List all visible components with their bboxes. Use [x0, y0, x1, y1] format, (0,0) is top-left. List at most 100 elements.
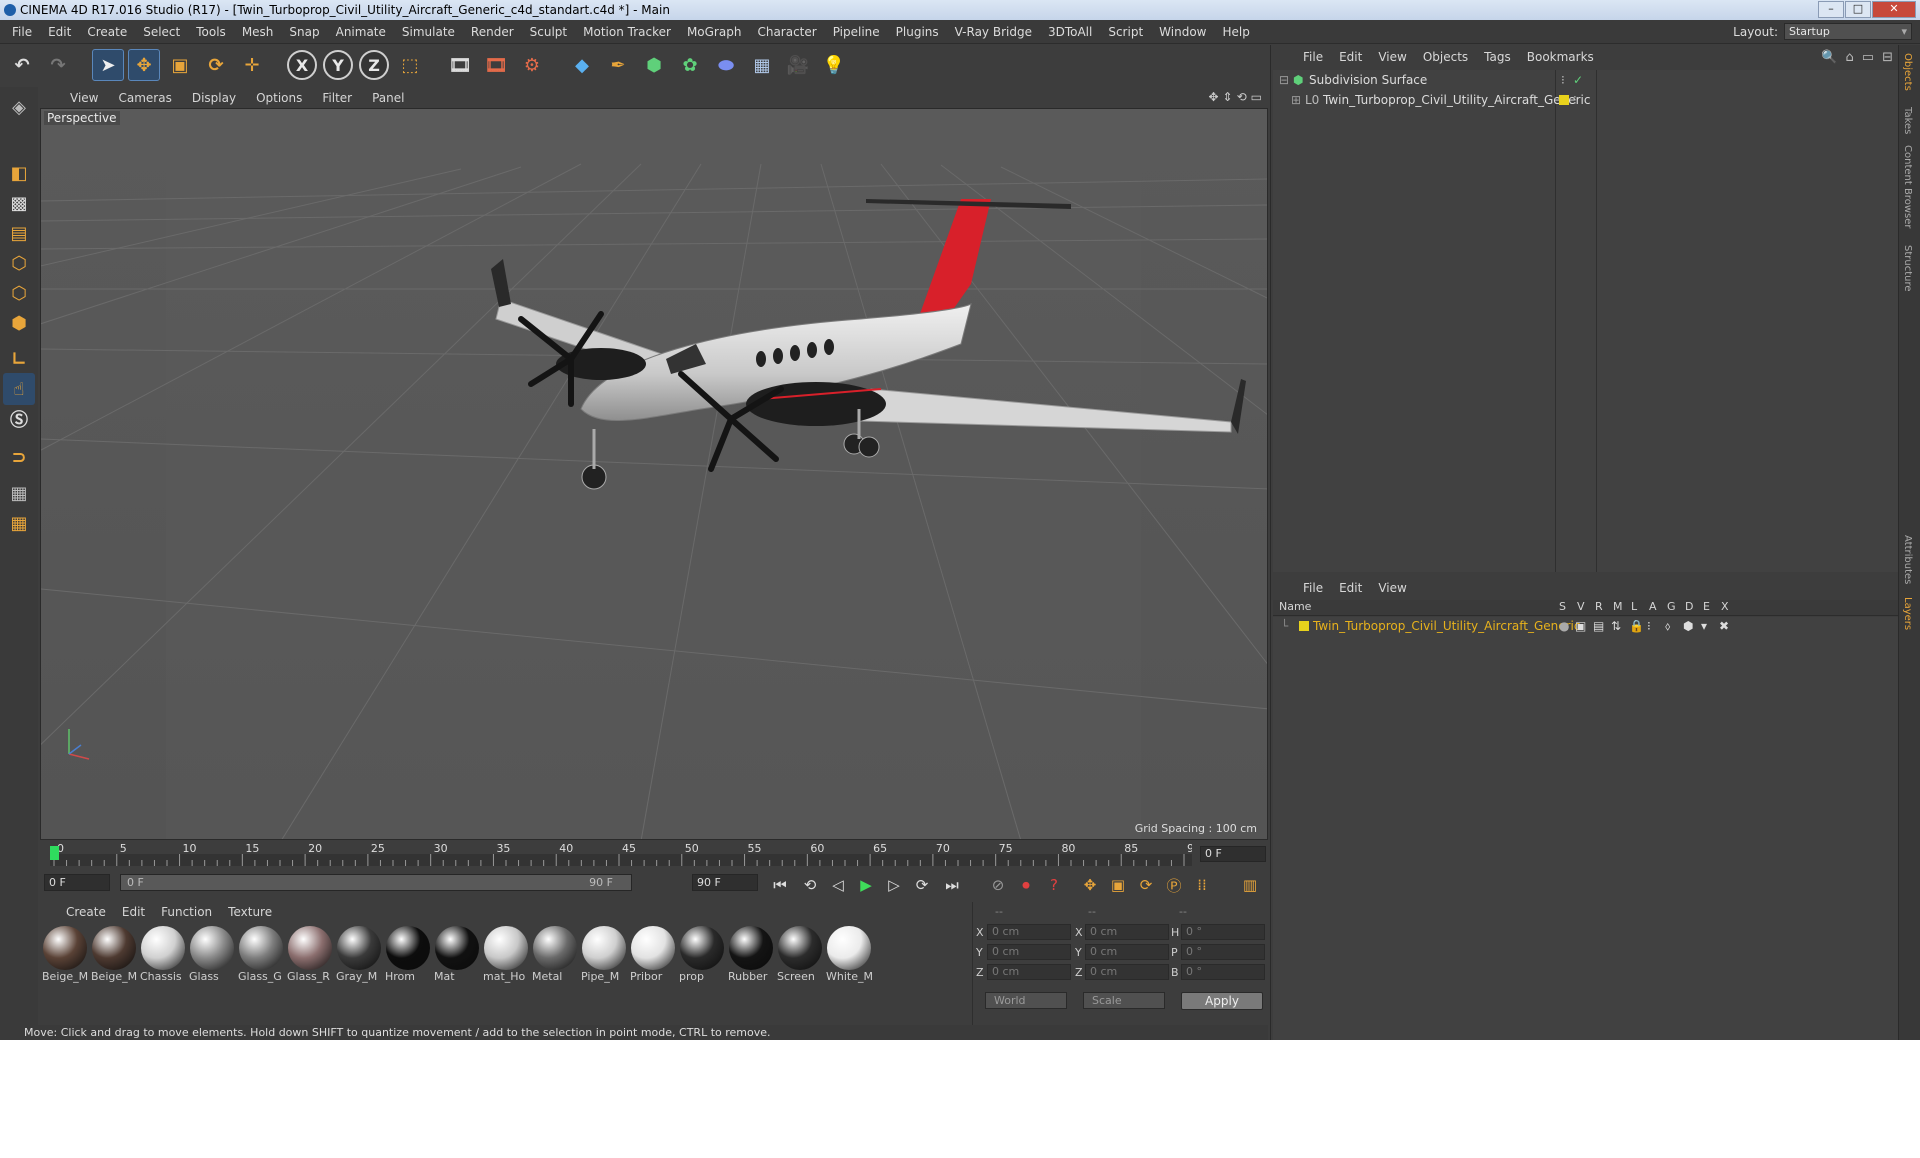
- tab-attributes[interactable]: Attributes: [1902, 535, 1913, 584]
- perspective-viewport[interactable]: Perspective Grid Spacing : 100 cm: [40, 108, 1268, 840]
- go-to-start-icon[interactable]: ⏮: [768, 873, 792, 897]
- material-name[interactable]: Beige_M: [42, 970, 88, 983]
- workplane-lock-icon[interactable]: ▦: [3, 477, 35, 509]
- viewport-toggle-icon[interactable]: ▭: [1251, 90, 1262, 104]
- layer-animation-icon[interactable]: ⁝: [1647, 617, 1651, 635]
- material-name[interactable]: Rubber: [728, 970, 774, 983]
- menu-vray-bridge[interactable]: V-Ray Bridge: [947, 25, 1040, 39]
- render-picture-viewer-icon[interactable]: 🎞: [480, 49, 512, 81]
- timeline-ruler[interactable]: 051015202530354045505560657075808590 0 F: [40, 842, 1268, 866]
- layer-expressions-icon[interactable]: ▾: [1701, 617, 1707, 635]
- workplane-mode-icon[interactable]: ▤: [3, 217, 35, 249]
- material-name[interactable]: Beige_M: [91, 970, 137, 983]
- new-view-icon[interactable]: ▭: [1862, 50, 1874, 65]
- viewport-rotate-icon[interactable]: ⟲: [1237, 90, 1247, 104]
- material-preview-sphere[interactable]: [435, 926, 479, 970]
- material-swatch[interactable]: mat_Ho: [483, 926, 529, 986]
- axis-mode-icon[interactable]: ∟: [3, 343, 35, 375]
- viewport-menu-panel[interactable]: Panel: [362, 91, 414, 105]
- material-preview-sphere[interactable]: [631, 926, 675, 970]
- material-name[interactable]: Glass: [189, 970, 235, 983]
- tab-structure[interactable]: Structure: [1902, 245, 1913, 292]
- menu-mograph[interactable]: MoGraph: [679, 25, 750, 39]
- material-name[interactable]: Gray_M: [336, 970, 382, 983]
- material-swatch[interactable]: prop: [679, 926, 725, 986]
- key-position-icon[interactable]: ✥: [1078, 873, 1102, 897]
- material-swatch[interactable]: Mat: [434, 926, 480, 986]
- material-name[interactable]: Hrom: [385, 970, 431, 983]
- material-preview-sphere[interactable]: [288, 926, 332, 970]
- material-preview-sphere[interactable]: [778, 926, 822, 970]
- rotation-b-field[interactable]: 0 °: [1181, 964, 1265, 980]
- render-settings-icon[interactable]: ⚙: [516, 49, 548, 81]
- material-menu-edit[interactable]: Edit: [114, 905, 153, 919]
- deformer-icon[interactable]: ⬬: [710, 49, 742, 81]
- undo-icon[interactable]: ↶: [6, 49, 38, 81]
- menu-animate[interactable]: Animate: [328, 25, 394, 39]
- material-swatch[interactable]: Chassis: [140, 926, 186, 986]
- menu-sculpt[interactable]: Sculpt: [522, 25, 575, 39]
- object-menu-tags[interactable]: Tags: [1476, 50, 1519, 64]
- visibility-dots-icon[interactable]: ⁝: [1573, 90, 1577, 110]
- record-keys-icon[interactable]: ⊘: [986, 873, 1010, 897]
- object-menu-view[interactable]: View: [1370, 50, 1414, 64]
- auto-keying-icon[interactable]: ⏺: [1014, 873, 1038, 897]
- coordinate-system-icon[interactable]: ⬚: [394, 49, 426, 81]
- layer-xref-icon[interactable]: ✖: [1719, 617, 1729, 635]
- subdivision-surface-icon[interactable]: ⬢: [638, 49, 670, 81]
- previous-frame-icon[interactable]: ◁: [826, 873, 850, 897]
- layer-col-e[interactable]: E: [1703, 600, 1710, 613]
- keyframe-selection-icon[interactable]: ?: [1042, 873, 1066, 897]
- tab-objects[interactable]: Objects: [1902, 53, 1913, 91]
- tab-content-browser[interactable]: Content Browser: [1902, 145, 1913, 228]
- object-menu-file[interactable]: File: [1295, 50, 1331, 64]
- layer-name[interactable]: Twin_Turboprop_Civil_Utility_Aircraft_Ge…: [1313, 617, 1580, 635]
- viewport-menu-options[interactable]: Options: [246, 91, 312, 105]
- material-swatch[interactable]: Beige_M: [42, 926, 88, 986]
- position-x-field[interactable]: 0 cm: [987, 924, 1071, 940]
- menu-mesh[interactable]: Mesh: [234, 25, 282, 39]
- x-axis-lock-icon[interactable]: X: [286, 49, 318, 81]
- layer-row[interactable]: └ Twin_Turboprop_Civil_Utility_Aircraft_…: [1273, 617, 1901, 635]
- size-z-field[interactable]: 0 cm: [1085, 964, 1169, 980]
- material-preview-sphere[interactable]: [141, 926, 185, 970]
- material-swatch[interactable]: Beige_M: [91, 926, 137, 986]
- expand-icon[interactable]: ⊞: [1291, 90, 1301, 110]
- edges-mode-icon[interactable]: ⬡: [3, 277, 35, 309]
- material-swatch[interactable]: Glass: [189, 926, 235, 986]
- material-name[interactable]: Pipe_M: [581, 970, 627, 983]
- layer-locked-icon[interactable]: 🔒: [1629, 617, 1644, 635]
- preview-range-slider[interactable]: 0 F 90 F: [120, 874, 632, 891]
- polygons-mode-icon[interactable]: ⬢: [3, 307, 35, 339]
- layer-col-l[interactable]: L: [1631, 600, 1637, 613]
- viewport-zoom-icon[interactable]: ⇕: [1223, 90, 1233, 104]
- material-swatch[interactable]: Pipe_M: [581, 926, 627, 986]
- menu-file[interactable]: File: [4, 25, 40, 39]
- layer-generators-icon[interactable]: ⬨: [1665, 617, 1670, 635]
- material-name[interactable]: Glass_R: [287, 970, 333, 983]
- tweak-mode-icon[interactable]: ☝: [3, 373, 35, 405]
- material-name[interactable]: Chassis: [140, 970, 186, 983]
- menu-pipeline[interactable]: Pipeline: [825, 25, 888, 39]
- object-row-aircraft[interactable]: ⊞ L0 Twin_Turboprop_Civil_Utility_Aircra…: [1273, 90, 1901, 110]
- planar-workplane-icon[interactable]: ▦: [3, 507, 35, 539]
- object-menu-bookmarks[interactable]: Bookmarks: [1519, 50, 1602, 64]
- layer-col-d[interactable]: D: [1685, 600, 1693, 613]
- layer-menu-view[interactable]: View: [1370, 581, 1414, 595]
- viewport-menu-cameras[interactable]: Cameras: [108, 91, 181, 105]
- apply-button[interactable]: Apply: [1181, 992, 1263, 1010]
- size-y-field[interactable]: 0 cm: [1085, 944, 1169, 960]
- menu-window[interactable]: Window: [1151, 25, 1214, 39]
- move-tool-icon[interactable]: ✥: [128, 49, 160, 81]
- material-swatch[interactable]: Glass_G: [238, 926, 284, 986]
- search-icon[interactable]: 🔍: [1821, 50, 1837, 65]
- layer-solo-icon[interactable]: ●: [1559, 617, 1569, 635]
- key-scale-icon[interactable]: ▣: [1106, 873, 1130, 897]
- material-name[interactable]: Metal: [532, 970, 578, 983]
- current-frame-field[interactable]: 0 F: [1200, 846, 1266, 862]
- coordinate-type-dropdown[interactable]: Scale: [1083, 992, 1165, 1009]
- material-preview-sphere[interactable]: [582, 926, 626, 970]
- menu-create[interactable]: Create: [79, 25, 135, 39]
- layer-manager-icon[interactable]: ⇅: [1611, 617, 1621, 635]
- size-x-field[interactable]: 0 cm: [1085, 924, 1169, 940]
